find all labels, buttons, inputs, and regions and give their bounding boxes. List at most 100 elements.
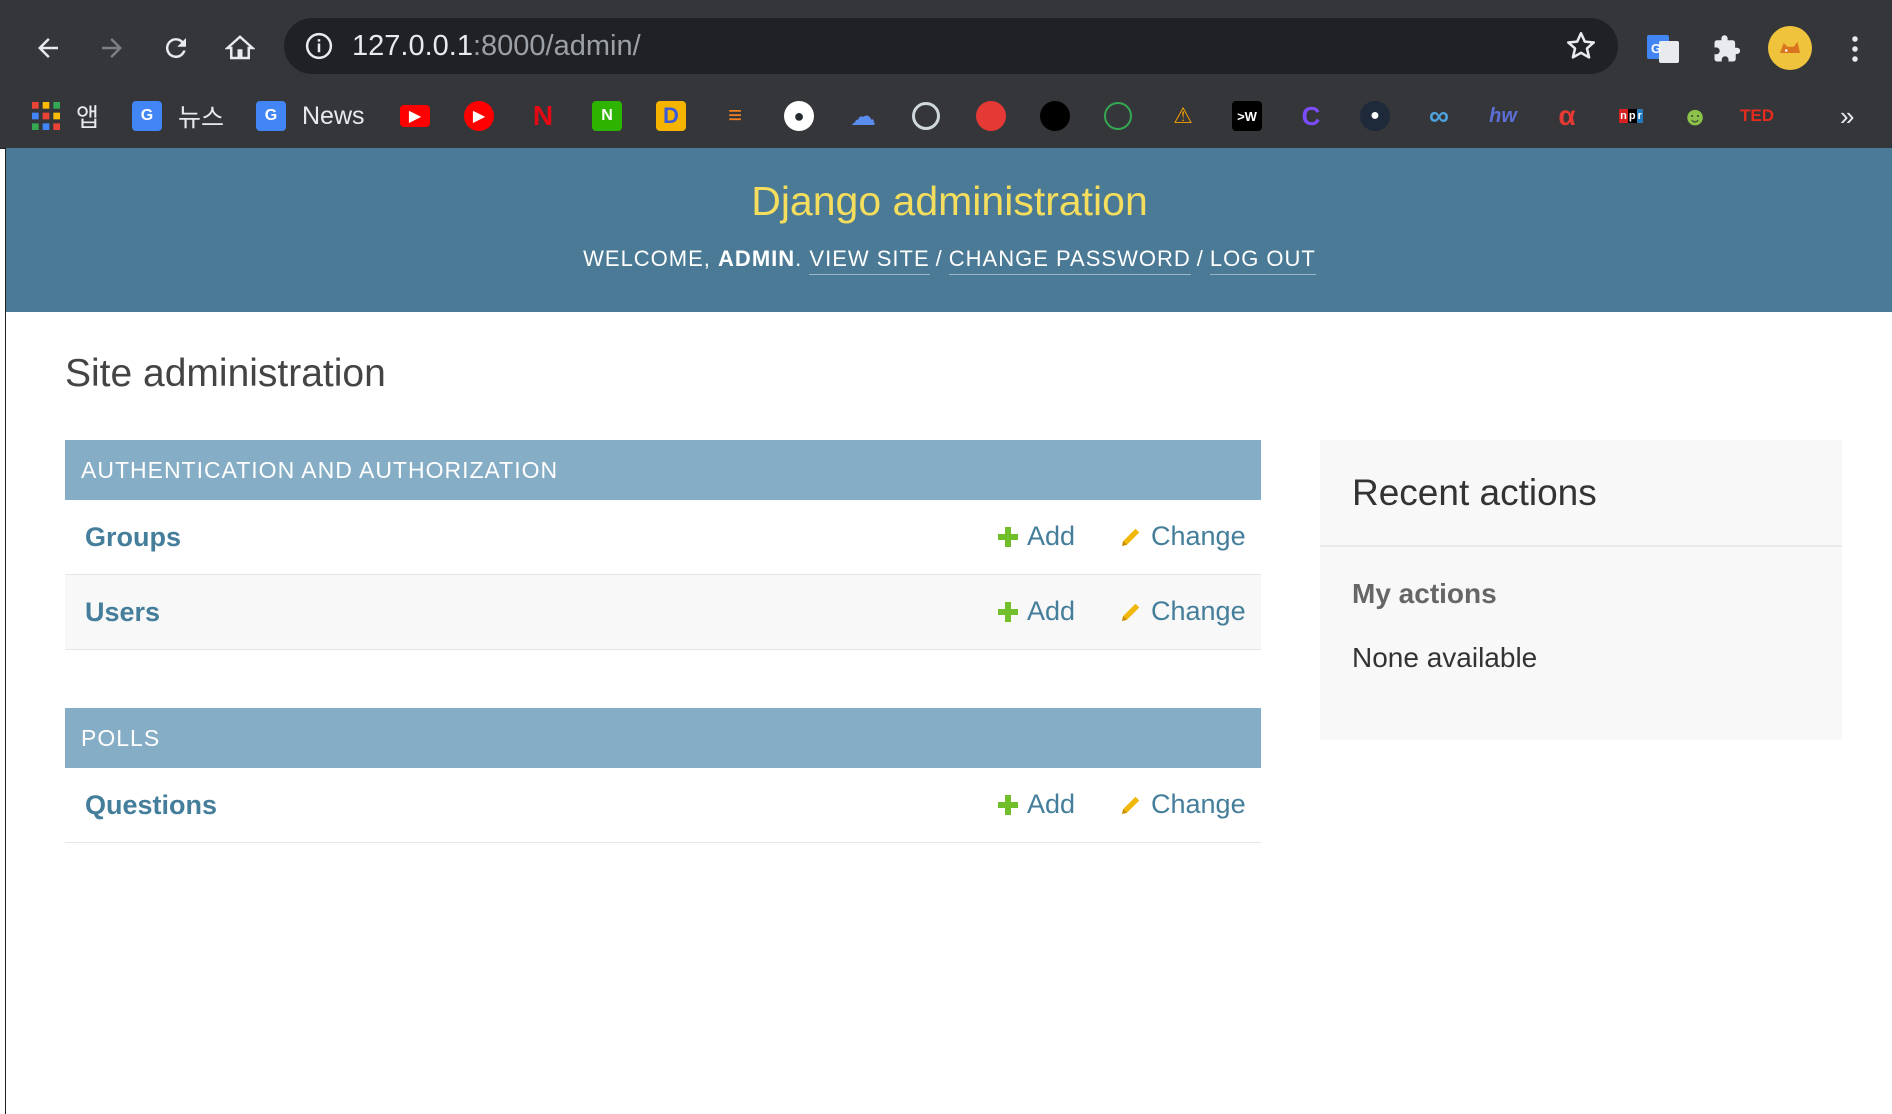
bookmark-infinity[interactable]: ∞ <box>1424 96 1454 136</box>
bookmark-naver[interactable]: N <box>592 96 622 136</box>
address-bar[interactable]: 127.0.0.1:8000/admin/ <box>284 18 1618 74</box>
url-text[interactable]: 127.0.0.1:8000/admin/ <box>352 30 641 63</box>
back-button[interactable] <box>28 28 68 68</box>
browser-chrome: 127.0.0.1:8000/admin/ G 앱 G 뉴스 G News ▶ … <box>0 0 1892 149</box>
terminal-icon: >W <box>1232 101 1262 131</box>
page-viewport: Django administration WELCOME, ADMIN. VI… <box>5 148 1892 1114</box>
google-translate-extension[interactable]: G <box>1644 30 1682 68</box>
add-link[interactable]: Add <box>997 789 1075 820</box>
bookmark-youtube[interactable]: ▶ <box>400 96 430 136</box>
bookmark-cloud[interactable]: ☁ <box>848 96 878 136</box>
bookmark-hw[interactable]: hw <box>1488 96 1518 136</box>
recent-actions-title: Recent actions <box>1352 472 1597 513</box>
bookmark-spiral[interactable] <box>912 96 940 136</box>
bookmark-youtube-music[interactable]: ▶ <box>464 96 494 136</box>
red-a-icon: α <box>1558 100 1576 131</box>
log-out-link[interactable]: LOG OUT <box>1209 246 1316 275</box>
pencil-icon <box>1122 796 1140 814</box>
bookmark-black-circle[interactable] <box>1040 96 1070 136</box>
bookmark-person[interactable]: ☻ <box>1680 96 1710 136</box>
extensions-button[interactable] <box>1708 30 1746 68</box>
google-news-icon: G <box>256 101 286 131</box>
change-label: Change <box>1151 789 1246 819</box>
home-button[interactable] <box>220 28 260 68</box>
bookmark-red-circle[interactable] <box>976 96 1006 136</box>
forward-button[interactable] <box>92 28 132 68</box>
ted-icon: TED <box>1740 106 1774 125</box>
bookmark-github[interactable]: ● <box>784 96 814 136</box>
hw-script-icon: hw <box>1489 104 1517 127</box>
change-link[interactable]: Change <box>1119 596 1246 627</box>
profile-avatar[interactable] <box>1768 26 1812 70</box>
naver-icon: N <box>592 101 622 131</box>
puzzle-icon <box>1714 35 1741 62</box>
netflix-icon: N <box>532 100 554 131</box>
bookmark-google-news-ko[interactable]: G 뉴스 <box>132 96 224 136</box>
separator: / <box>935 246 943 271</box>
separator: / <box>1196 246 1204 271</box>
bookmark-stackoverflow[interactable]: ≡ <box>720 96 750 136</box>
person-icon: ☻ <box>1681 100 1709 131</box>
bookmark-ninja[interactable]: ● <box>1360 96 1390 136</box>
recent-actions-panel: Recent actions My actions None available <box>1320 440 1842 740</box>
change-link[interactable]: Change <box>1119 521 1246 552</box>
reload-button[interactable] <box>156 28 196 68</box>
add-label: Add <box>1027 596 1076 626</box>
add-link[interactable]: Add <box>997 596 1075 627</box>
bookmark-red-a[interactable]: α <box>1552 96 1582 136</box>
github-icon: ● <box>784 101 814 131</box>
orange-triangle-icon: ⚠ <box>1173 103 1193 128</box>
site-branding[interactable]: Django administration <box>6 178 1892 225</box>
add-label: Add <box>1027 789 1076 819</box>
module-caption[interactable]: POLLS <box>65 708 1261 768</box>
info-icon[interactable] <box>304 31 334 61</box>
change-link[interactable]: Change <box>1119 789 1246 820</box>
kebab-menu-icon <box>1852 36 1858 62</box>
bookmark-terminal[interactable]: >W <box>1232 96 1262 136</box>
bookmark-green-leaf[interactable] <box>1104 96 1132 136</box>
model-link-users[interactable]: Users <box>85 597 160 628</box>
username: ADMIN <box>718 246 796 271</box>
google-news-icon: G <box>132 101 162 131</box>
plus-icon <box>998 601 1018 622</box>
add-link[interactable]: Add <box>997 521 1075 552</box>
bookmark-netflix[interactable]: N <box>528 96 558 136</box>
infinity-icon: ∞ <box>1429 100 1449 131</box>
bookmarks-bar: 앱 G 뉴스 G News ▶ ▶ N N D ≡ ● ☁ ⚠ >W C ● ∞… <box>0 84 1892 149</box>
bookmark-star-icon[interactable] <box>1564 29 1598 63</box>
bookmark-news-ko-label: 뉴스 <box>178 104 225 132</box>
bookmark-apps-label: 앱 <box>76 104 100 132</box>
bookmark-purple-c[interactable]: C <box>1296 96 1326 136</box>
npr-icon: npr <box>1619 109 1643 123</box>
bookmark-google-news[interactable]: G News <box>256 96 365 136</box>
model-link-groups[interactable]: Groups <box>85 522 181 553</box>
model-link-questions[interactable]: Questions <box>85 790 217 821</box>
browser-toolbar: 127.0.0.1:8000/admin/ G <box>0 8 1892 84</box>
reload-icon <box>165 38 186 59</box>
translate-icon: G <box>1647 35 1679 63</box>
add-label: Add <box>1027 521 1076 551</box>
user-tools: WELCOME, ADMIN. VIEW SITE / CHANGE PASSWOR… <box>6 246 1892 275</box>
browser-menu-button[interactable] <box>1836 30 1874 68</box>
plus-icon <box>998 794 1018 815</box>
forward-arrow-icon <box>102 38 122 58</box>
bookmark-news-label: News <box>302 101 365 130</box>
corgi-avatar-icon <box>1780 41 1800 53</box>
stackoverflow-icon: ≡ <box>727 102 742 129</box>
bookmarks-overflow-button[interactable]: » <box>1840 96 1854 136</box>
view-site-link[interactable]: VIEW SITE <box>809 246 930 275</box>
bookmark-apps[interactable]: 앱 <box>32 96 99 136</box>
change-label: Change <box>1151 521 1246 551</box>
change-password-link[interactable]: CHANGE PASSWORD <box>948 246 1191 275</box>
purple-c-icon: C <box>1301 100 1321 131</box>
cloud-icon: ☁ <box>850 100 876 131</box>
plus-icon <box>998 526 1018 547</box>
youtube-music-icon: ▶ <box>464 101 494 131</box>
bookmark-ted[interactable]: TED <box>1740 96 1774 136</box>
bookmark-orange-triangle[interactable]: ⚠ <box>1168 96 1198 136</box>
youtube-icon: ▶ <box>400 105 430 127</box>
bookmark-npr[interactable]: npr <box>1616 96 1646 136</box>
black-circle-icon <box>1040 101 1070 131</box>
bookmark-daum[interactable]: D <box>656 96 686 136</box>
module-caption[interactable]: AUTHENTICATION AND AUTHORIZATION <box>65 440 1261 500</box>
